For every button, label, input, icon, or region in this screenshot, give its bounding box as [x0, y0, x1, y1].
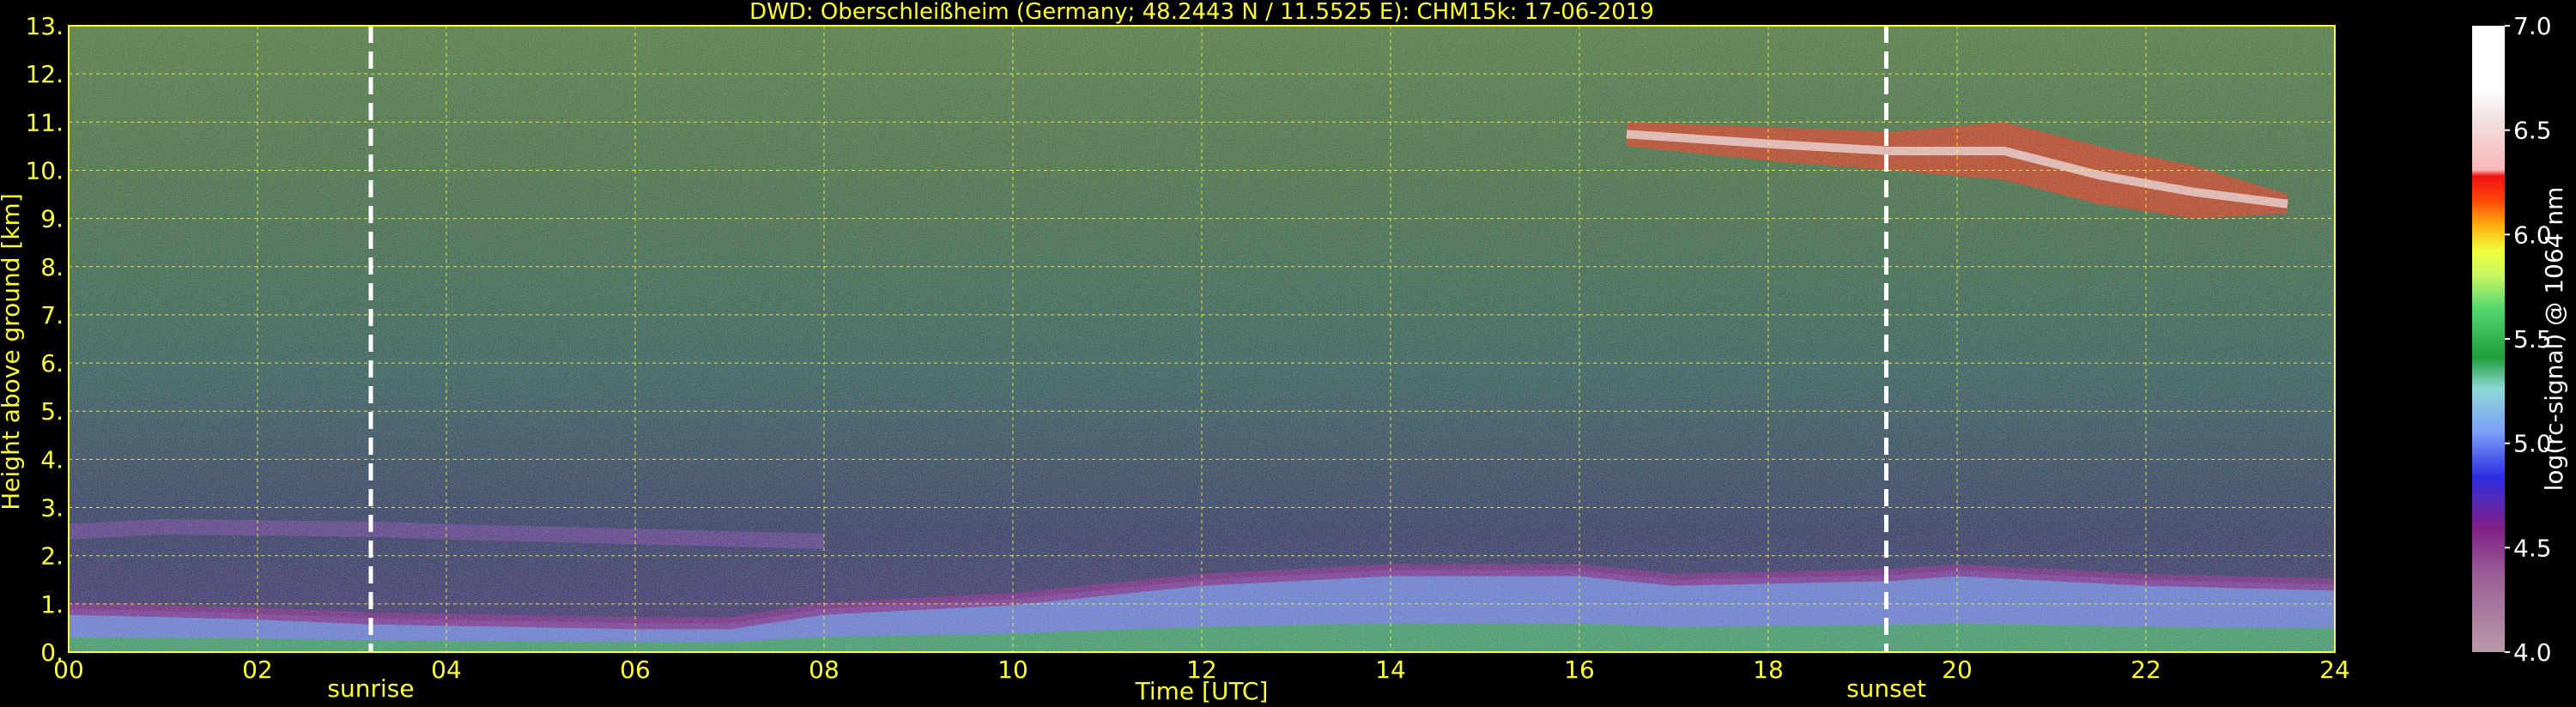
x-tick-label: 20: [1942, 656, 1973, 684]
x-tick-label: 06: [620, 656, 651, 684]
y-ticks: 0.1.2.3.4.5.6.7.8.9.10.11.12.13.: [25, 12, 64, 667]
x-tick-label: 14: [1375, 656, 1406, 684]
x-tick-label: 24: [2319, 656, 2350, 684]
y-tick-label: 13.: [25, 12, 64, 40]
y-tick-label: 5.: [40, 397, 64, 426]
plot-noise-texture: [69, 26, 2335, 652]
y-tick-label: 10.: [25, 156, 64, 184]
chart-title: DWD: Oberschleißheim (Germany; 48.2443 N…: [749, 0, 1654, 25]
y-tick-label: 12.: [25, 60, 64, 88]
colorbar-gradient: [2472, 26, 2505, 652]
y-tick-label: 2.: [40, 542, 64, 571]
colorbar-tick-label: 7.0: [2513, 12, 2552, 40]
y-tick-label: 4.: [40, 445, 64, 474]
marker-label-sunset: sunset: [1846, 674, 1926, 703]
x-axis-label: Time [UTC]: [1135, 677, 1269, 705]
colorbar-tick-label: 4.5: [2513, 534, 2552, 562]
y-tick-label: 1.: [40, 590, 64, 619]
y-tick-label: 6.: [40, 349, 64, 378]
colorbar: 4.04.55.05.56.06.57.0 log(rc-signal) @ 1…: [2472, 12, 2568, 667]
colorbar-tick-label: 6.5: [2513, 117, 2552, 145]
x-tick-label: 02: [242, 656, 273, 684]
plot-area: sunrise sunset: [68, 25, 2336, 703]
x-tick-label: 00: [53, 656, 84, 684]
y-tick-label: 7.: [40, 301, 64, 329]
x-tick-label: 22: [2131, 656, 2161, 684]
colorbar-tick-label: 4.0: [2513, 638, 2552, 667]
y-axis-label: Height above ground [km]: [0, 193, 25, 511]
y-tick-label: 9.: [40, 205, 64, 233]
x-tick-label: 16: [1564, 656, 1595, 684]
colorbar-label: log(rc-signal) @ 1064 nm: [2540, 187, 2568, 492]
x-tick-label: 08: [809, 656, 839, 684]
chart: DWD: Oberschleißheim (Germany; 48.2443 N…: [0, 0, 2568, 705]
x-tick-label: 10: [997, 656, 1028, 684]
y-tick-label: 8.: [40, 253, 64, 281]
x-tick-label: 04: [431, 656, 462, 684]
y-tick-label: 11.: [25, 108, 64, 136]
x-tick-label: 18: [1753, 656, 1784, 684]
marker-label-sunrise: sunrise: [327, 674, 414, 703]
y-tick-label: 3.: [40, 494, 64, 523]
